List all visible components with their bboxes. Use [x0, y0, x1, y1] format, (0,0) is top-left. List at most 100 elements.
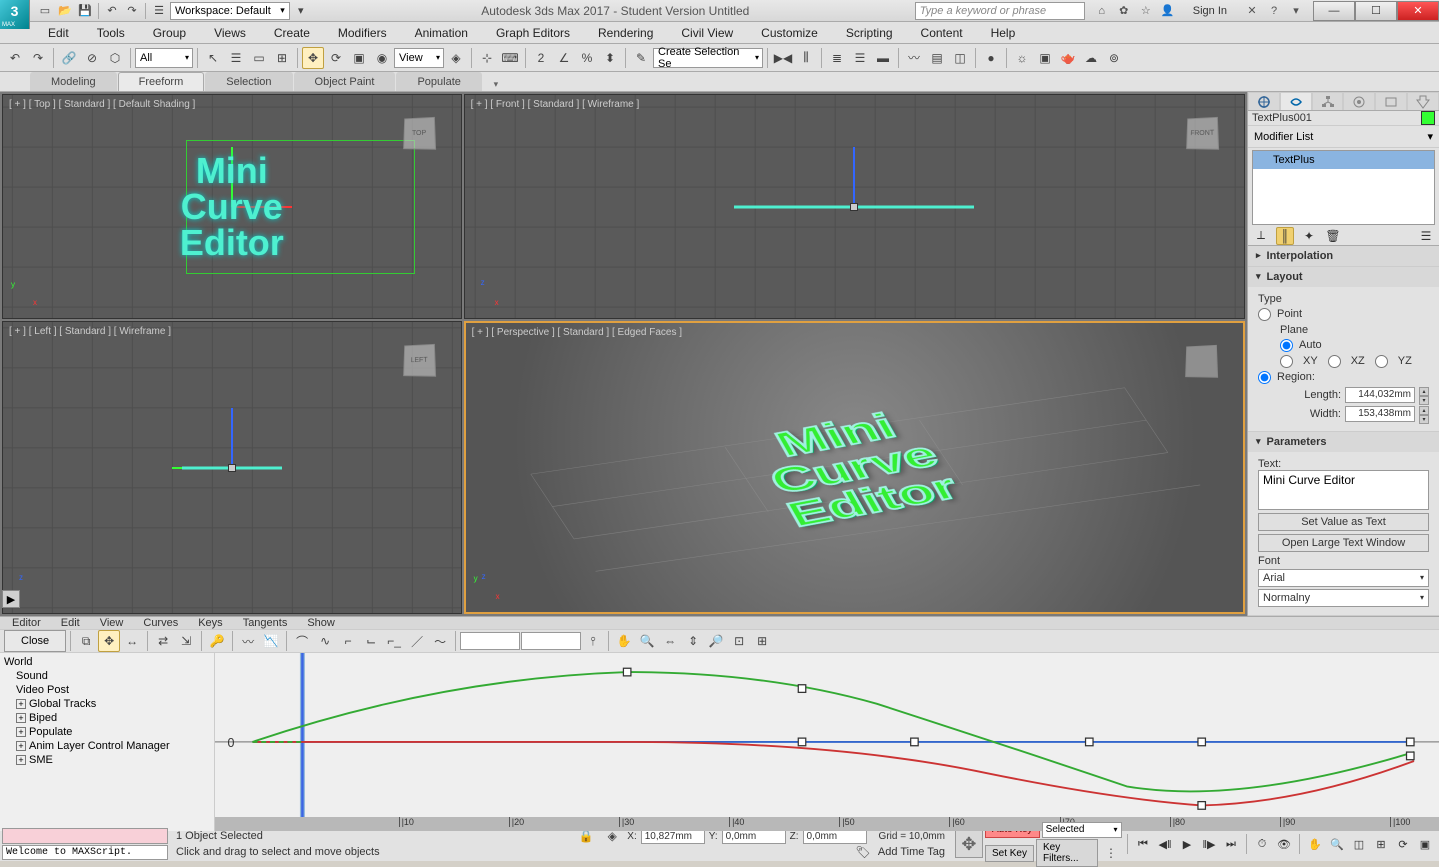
help-dropdown-icon[interactable]: ▾: [1287, 2, 1305, 20]
radio-xz[interactable]: [1328, 355, 1341, 368]
viewport-pan-icon[interactable]: ✋: [1305, 834, 1325, 854]
project-icon[interactable]: ☰: [150, 2, 168, 20]
font-combo[interactable]: Arial: [1258, 569, 1429, 587]
menu-views[interactable]: Views: [200, 22, 260, 43]
minimize-button[interactable]: —: [1313, 1, 1355, 21]
ce-zoom-h-icon[interactable]: ⇔: [659, 630, 681, 652]
menu-create[interactable]: Create: [260, 22, 324, 43]
cmdtab-motion[interactable]: [1343, 92, 1375, 110]
ce-value-field[interactable]: [521, 632, 581, 650]
viewport-top-label[interactable]: [ + ] [ Top ] [ Standard ] [ Default Sha…: [9, 99, 195, 110]
viewport-front[interactable]: [ + ] [ Front ] [ Standard ] [ Wireframe…: [464, 94, 1245, 319]
ce-tan-slow-icon[interactable]: ⌙: [360, 630, 382, 652]
unlink-button[interactable]: ⊘: [81, 47, 103, 69]
isolate-icon[interactable]: 👁: [1274, 834, 1294, 854]
menu-edit[interactable]: Edit: [34, 22, 83, 43]
ce-pan-icon[interactable]: ✋: [613, 630, 635, 652]
key-mode-select[interactable]: Selected: [1042, 822, 1122, 838]
set-value-button[interactable]: Set Value as Text: [1258, 513, 1429, 531]
ce-add-keys-icon[interactable]: 🔑: [206, 630, 228, 652]
tab-freeform[interactable]: Freeform: [118, 72, 205, 91]
selection-filter[interactable]: All: [135, 48, 193, 68]
named-sel-edit-button[interactable]: ✎: [630, 47, 652, 69]
autodesk-icon[interactable]: ✕: [1243, 2, 1261, 20]
favorite-icon[interactable]: ☆: [1137, 2, 1155, 20]
subscription-icon[interactable]: ⌂: [1093, 2, 1111, 20]
mirror-button[interactable]: ▶◀: [772, 47, 794, 69]
menu-tools[interactable]: Tools: [83, 22, 139, 43]
select-name-button[interactable]: ☰: [225, 47, 247, 69]
viewport-max-icon[interactable]: ▣: [1415, 834, 1435, 854]
ce-tan-spline-icon[interactable]: ∿: [314, 630, 336, 652]
render-button[interactable]: 🫖: [1057, 47, 1079, 69]
undo-icon[interactable]: ↶: [103, 2, 121, 20]
radio-auto[interactable]: [1280, 339, 1293, 352]
select-region-button[interactable]: ▭: [248, 47, 270, 69]
remove-modifier-icon[interactable]: 🗑: [1324, 227, 1342, 245]
save-icon[interactable]: 💾: [76, 2, 94, 20]
snap-2d-button[interactable]: 2: [530, 47, 552, 69]
object-name[interactable]: TextPlus001: [1252, 112, 1421, 124]
rollout-parameters[interactable]: Parameters: [1248, 432, 1439, 452]
viewport-top[interactable]: [ + ] [ Top ] [ Standard ] [ Default Sha…: [2, 94, 462, 319]
ce-tan-auto-icon[interactable]: ⌒: [291, 630, 313, 652]
ribbon-expand-icon[interactable]: ▾: [487, 77, 505, 91]
next-frame-icon[interactable]: ‖▶: [1199, 834, 1219, 854]
goto-end-icon[interactable]: ⏭: [1221, 834, 1241, 854]
menu-help[interactable]: Help: [977, 22, 1030, 43]
align-button[interactable]: ⫼: [795, 47, 817, 69]
time-tag-icon[interactable]: 🏷: [852, 841, 874, 863]
ce-menu-curves[interactable]: Curves: [133, 617, 188, 629]
exchange-icon[interactable]: ✿: [1115, 2, 1133, 20]
menu-modifiers[interactable]: Modifiers: [324, 22, 401, 43]
viewport-persp-label[interactable]: [ + ] [ Perspective ] [ Standard ] [ Edg…: [472, 327, 682, 338]
ce-tan-fast-icon[interactable]: ⌐: [337, 630, 359, 652]
ce-filter-icon[interactable]: ⧉: [75, 630, 97, 652]
render-cloud-button[interactable]: ☁: [1080, 47, 1102, 69]
ce-zoom-sel-icon[interactable]: 🔍: [636, 630, 658, 652]
tab-populate[interactable]: Populate: [396, 72, 481, 91]
add-time-tag[interactable]: Add Time Tag: [878, 846, 945, 858]
length-spinner[interactable]: 144,032mm: [1345, 387, 1415, 403]
object-color-swatch[interactable]: [1421, 111, 1435, 125]
ce-zoom-all-icon[interactable]: ⊞: [751, 630, 773, 652]
ce-menu-view[interactable]: View: [90, 617, 134, 629]
ce-slide-icon[interactable]: ⇄: [152, 630, 174, 652]
workspace-selector[interactable]: Workspace: Default: [170, 2, 290, 20]
viewport-left[interactable]: [ + ] [ Left ] [ Standard ] [ Wireframe …: [2, 321, 462, 614]
ce-zoom-icon[interactable]: 🔎: [705, 630, 727, 652]
ce-draw-curve-icon[interactable]: 〰: [237, 630, 259, 652]
rotate-button[interactable]: ⟳: [325, 47, 347, 69]
material-editor-button[interactable]: ●: [980, 47, 1002, 69]
width-spinner[interactable]: 153,438mm: [1345, 406, 1415, 422]
move-button[interactable]: ✥: [302, 47, 324, 69]
tab-object-paint[interactable]: Object Paint: [294, 72, 396, 91]
user-icon[interactable]: 👤: [1159, 2, 1177, 20]
ce-close-button[interactable]: Close: [4, 630, 66, 652]
schematic-button[interactable]: ◫: [949, 47, 971, 69]
ce-snap-frame-icon[interactable]: ⫯: [582, 630, 604, 652]
key-filters-button[interactable]: Key Filters...: [1036, 839, 1098, 867]
viewport-zoom-all-icon[interactable]: ⊞: [1371, 834, 1391, 854]
ce-reduce-icon[interactable]: 📉: [260, 630, 282, 652]
menu-graph-editors[interactable]: Graph Editors: [482, 22, 584, 43]
ce-move-h-icon[interactable]: ↔: [121, 630, 143, 652]
ce-controller-tree[interactable]: World Sound Video Post +Global Tracks +B…: [0, 653, 215, 831]
new-icon[interactable]: ▭: [36, 2, 54, 20]
redo-icon[interactable]: ↷: [123, 2, 141, 20]
ce-tan-step-icon[interactable]: ⌐_: [383, 630, 405, 652]
maxscript-output[interactable]: Welcome to MAXScript.: [2, 845, 168, 861]
ce-menu-show[interactable]: Show: [297, 617, 345, 629]
bind-button[interactable]: ⬡: [104, 47, 126, 69]
manipulate-button[interactable]: ⊹: [476, 47, 498, 69]
ce-time-ruler[interactable]: |10 |20 |30 |40 |50 |60 |70 |80 |90 |100: [215, 817, 1439, 831]
make-unique-icon[interactable]: ✦: [1300, 227, 1318, 245]
show-end-result-icon[interactable]: ║: [1276, 227, 1294, 245]
text-input[interactable]: Mini Curve Editor: [1258, 470, 1429, 510]
viewcube-persp[interactable]: [1185, 345, 1218, 378]
search-input[interactable]: Type a keyword or phrase: [915, 2, 1085, 20]
time-config-icon[interactable]: ⏱: [1252, 834, 1272, 854]
snap-percent-button[interactable]: %: [576, 47, 598, 69]
rollout-layout[interactable]: Layout: [1248, 267, 1439, 287]
maxscript-mini-listener[interactable]: [2, 828, 168, 844]
